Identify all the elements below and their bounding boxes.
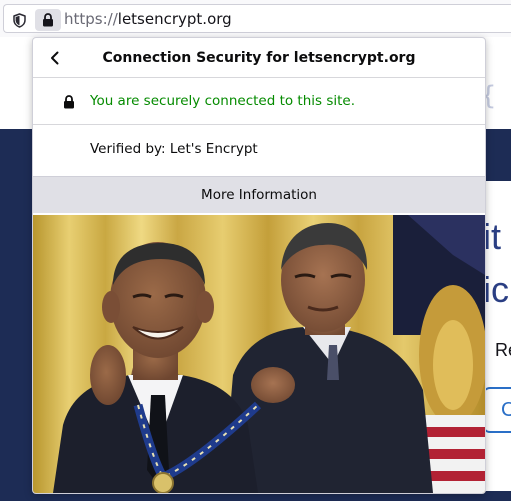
address-field[interactable]: https://letsencrypt.org <box>3 4 511 33</box>
tracking-shield-icon[interactable] <box>6 9 32 31</box>
padlock-icon <box>63 94 75 113</box>
site-lock-icon[interactable] <box>35 9 61 31</box>
secure-connection-text: You are securely connected to this site. <box>90 93 356 109</box>
more-information-label: More Information <box>201 187 317 203</box>
connection-security-panel: Connection Security for letsencrypt.org … <box>32 37 486 494</box>
url-host: letsencrypt.org <box>117 10 232 28</box>
verified-by-text: Verified by: Let's Encrypt <box>90 141 258 157</box>
meme-photo <box>33 215 485 493</box>
page-pill-label: C <box>501 399 511 421</box>
page-text-fragment: Re <box>495 340 511 360</box>
more-information-button[interactable]: More Information <box>33 176 485 213</box>
panel-header: Connection Security for letsencrypt.org <box>33 38 485 78</box>
url-scheme: https:// <box>64 10 118 28</box>
url-bar: https://letsencrypt.org <box>0 0 511 37</box>
url-text[interactable]: https://letsencrypt.org <box>64 10 232 29</box>
page-heading-line1: it C <box>483 216 511 257</box>
secure-connection-row: You are securely connected to this site. <box>33 78 485 125</box>
panel-title: Connection Security for letsencrypt.org <box>102 50 416 66</box>
page-heading-line2: ic <box>483 269 509 310</box>
verified-by-row: Verified by: Let's Encrypt <box>33 125 485 176</box>
